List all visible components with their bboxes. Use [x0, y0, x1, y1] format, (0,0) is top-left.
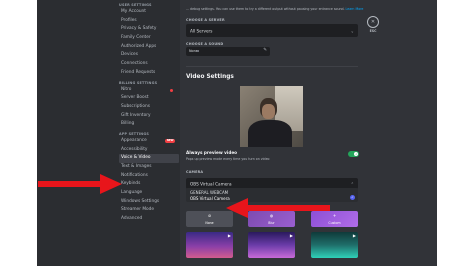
sidebar-item-accessibility[interactable]: Accessibility [119, 146, 179, 155]
red-arrow-voice-video [38, 174, 122, 194]
chevron-down-icon: ⌄ [350, 28, 354, 33]
sidebar-item-label: Appearance [121, 137, 147, 143]
sidebar-item-voice-video[interactable]: Voice & Video [119, 154, 179, 163]
arrow-shape [38, 174, 122, 194]
note-text: ... debug settings. You can use them to … [186, 7, 345, 11]
sidebar-item-nitro[interactable]: Nitro [119, 86, 179, 95]
sidebar-item-keybinds[interactable]: Keybinds [119, 180, 179, 189]
sidebar-item-label: Nitro [121, 86, 132, 92]
server-label: CHOOSE A SERVER [186, 18, 225, 22]
background-thumbnail[interactable]: ▶ [248, 232, 295, 258]
sidebar-item-subscriptions[interactable]: Subscriptions [119, 103, 179, 112]
play-icon: ▶ [289, 233, 293, 238]
sidebar-item-billing[interactable]: Billing [119, 120, 179, 129]
esc-label: ESC [369, 29, 377, 33]
section-divider [186, 66, 358, 67]
camera-option-general-webcam[interactable]: GENERAL WEBCAM [190, 190, 228, 195]
arrow-shape [226, 198, 330, 218]
sidebar-item-streamer-mode[interactable]: Streamer Mode [119, 206, 179, 215]
settings-nav: USER SETTINGS My Account Profiles Privac… [119, 0, 179, 224]
server-select-value: All Servers [190, 28, 213, 33]
settings-sidebar: USER SETTINGS My Account Profiles Privac… [37, 0, 180, 266]
server-select[interactable]: All Servers ⌄ [186, 24, 358, 37]
background-thumbnail[interactable]: ▶ [186, 232, 233, 258]
always-preview-toggle[interactable]: ✓ [348, 151, 359, 157]
section-heading-billing-settings: BILLING SETTINGS [119, 80, 158, 85]
camera-select-value: OBS Virtual Camera [190, 181, 232, 186]
camera-label: CAMERA [186, 170, 204, 174]
sidebar-item-my-account[interactable]: My Account [119, 8, 179, 17]
sidebar-item-family-center[interactable]: Family Center [119, 34, 179, 43]
background-option-label: Blur [268, 221, 275, 225]
video-settings-heading: Video Settings [186, 74, 234, 80]
check-icon: ✓ [355, 151, 358, 156]
background-option-label: Custom [328, 221, 341, 225]
sidebar-item-gift-inventory[interactable]: Gift Inventory [119, 112, 179, 121]
always-preview-description: Pops up preview mode every time you turn… [186, 157, 270, 161]
learn-more-link[interactable]: Learn More [346, 7, 364, 11]
sidebar-item-windows-settings[interactable]: Windows Settings [119, 198, 179, 207]
sidebar-item-advanced[interactable]: Advanced [119, 215, 179, 224]
always-preview-title: Always preview video [186, 150, 238, 155]
selected-check-icon: ✓ [350, 194, 355, 200]
sidebar-item-server-boost[interactable]: Server Boost [119, 94, 179, 103]
preview-person-face [262, 104, 275, 119]
sound-square-icon [197, 50, 199, 52]
sidebar-item-authorized-apps[interactable]: Authorized Apps [119, 43, 179, 52]
sidebar-item-notifications[interactable]: Notifications [119, 172, 179, 181]
play-icon: ▶ [352, 233, 356, 238]
background-option-label: None [205, 221, 214, 225]
sidebar-item-privacy-safety[interactable]: Privacy & Safety [119, 25, 179, 34]
red-arrow-obs-camera [226, 198, 330, 218]
background-thumbnail[interactable]: ▶ [311, 232, 358, 258]
pencil-icon[interactable]: ✎ [263, 48, 267, 53]
sidebar-item-text-images[interactable]: Text & Images [119, 163, 179, 172]
sound-field[interactable]: None ✎ [186, 47, 270, 56]
sidebar-item-language[interactable]: Language [119, 189, 179, 198]
play-icon: ▶ [227, 233, 231, 238]
sidebar-item-devices[interactable]: Devices [119, 51, 179, 60]
settings-content: ... debug settings. You can use them to … [180, 0, 437, 266]
discord-settings-window: USER SETTINGS My Account Profiles Privac… [37, 0, 437, 266]
chevron-up-icon: ⌃ [350, 181, 354, 186]
notification-dot [170, 88, 173, 92]
sidebar-item-friend-requests[interactable]: Friend Requests [119, 69, 179, 78]
entrance-sound-note: ... debug settings. You can use them to … [186, 7, 364, 11]
close-icon[interactable]: ✕ [367, 16, 379, 28]
sound-label: CHOOSE A SOUND [186, 42, 224, 46]
new-badge: NEW [165, 139, 175, 144]
sidebar-item-connections[interactable]: Connections [119, 60, 179, 69]
camera-preview [240, 86, 303, 147]
sidebar-item-appearance[interactable]: Appearance NEW [119, 137, 179, 146]
preview-person-body [248, 120, 292, 147]
sidebar-item-profiles[interactable]: Profiles [119, 17, 179, 26]
camera-option-obs-virtual-camera[interactable]: OBS Virtual Camera [190, 196, 230, 201]
